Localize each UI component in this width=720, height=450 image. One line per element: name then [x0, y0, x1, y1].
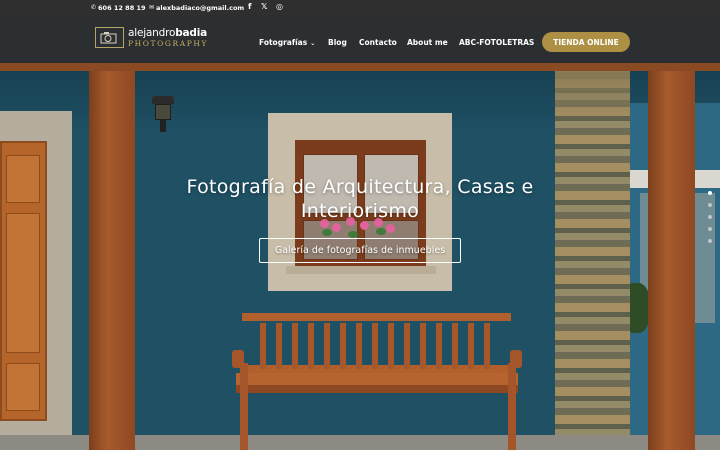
email-contact[interactable]: ✉ alexbadiaco@gmail.com	[149, 4, 244, 12]
camera-logo-icon	[95, 27, 124, 48]
slider-pagination	[706, 191, 714, 251]
email-address: alexbadiaco@gmail.com	[156, 4, 245, 12]
slider-dot[interactable]	[708, 191, 712, 195]
nav-contacto[interactable]: Contacto	[359, 38, 397, 47]
nav-abc-fotoletras[interactable]: ABC-FOTOLETRAS	[459, 38, 534, 47]
hero-title: Fotografía de Arquitectura, Casas e Inte…	[186, 176, 534, 222]
facebook-icon[interactable]: f	[248, 3, 251, 11]
logo-subtitle: PHOTOGRAPHY	[128, 38, 209, 48]
nav-about-me[interactable]: About me	[407, 38, 448, 47]
phone-icon: ✆	[91, 4, 97, 11]
top-info-bar: ✆ 606 12 88 19 ✉ alexbadiaco@gmail.com f…	[0, 0, 720, 15]
shop-online-button[interactable]: TIENDA ONLINE	[542, 32, 630, 52]
gallery-button[interactable]: Galería de fotografías de inmuebles	[259, 238, 461, 263]
chevron-down-icon: ⌄	[310, 40, 316, 47]
slider-dot[interactable]	[708, 239, 712, 243]
phone-contact[interactable]: ✆ 606 12 88 19	[91, 4, 146, 12]
slider-dot[interactable]	[708, 227, 712, 231]
nav-fotografias[interactable]: Fotografías ⌄	[259, 38, 315, 47]
x-icon[interactable]: 𝕏	[261, 3, 267, 11]
envelope-icon: ✉	[149, 4, 155, 11]
phone-number: 606 12 88 19	[98, 4, 146, 12]
slider-dot[interactable]	[708, 215, 712, 219]
slider-dot[interactable]	[708, 203, 712, 207]
site-logo[interactable]: alejandrobadia PHOTOGRAPHY	[95, 27, 208, 48]
wall-lamp	[152, 96, 174, 134]
logo-name: alejandrobadia	[128, 26, 208, 39]
nav-blog[interactable]: Blog	[328, 38, 347, 47]
instagram-icon[interactable]: ◎	[276, 3, 283, 11]
